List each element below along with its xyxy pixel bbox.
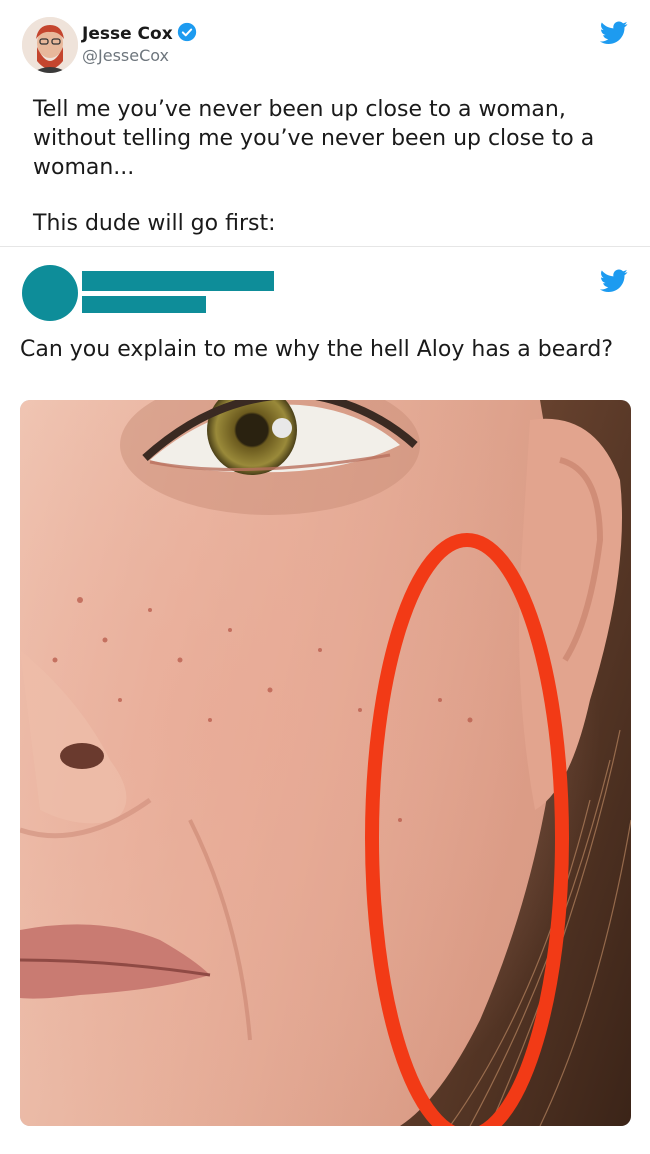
avatar-portrait-icon <box>22 17 78 73</box>
tweet-photo[interactable] <box>20 400 631 1126</box>
tweet-text: Tell me you’ve never been up close to a … <box>33 95 613 238</box>
tweet-text: Can you explain to me why the hell Aloy … <box>20 337 614 362</box>
twitter-bird-icon[interactable] <box>600 21 628 45</box>
face-closeup-image <box>20 400 631 1126</box>
author-name-text: Jesse Cox <box>82 24 173 44</box>
tweet-text-line: This dude will go first: <box>33 211 276 236</box>
tweet-jesse-cox: Jesse Cox @JesseCox Tell me you’ve never… <box>0 0 650 247</box>
author-avatar[interactable] <box>22 17 78 73</box>
redacted-avatar <box>22 265 78 321</box>
tweet-text-line: Tell me you’ve never been up close to a … <box>33 97 595 180</box>
author-name[interactable]: Jesse Cox <box>82 22 197 44</box>
verified-badge-icon <box>177 22 196 42</box>
redacted-handle-bar <box>82 296 206 313</box>
redacted-name-bar <box>82 271 274 291</box>
author-handle[interactable]: @JesseCox <box>82 46 169 65</box>
embedded-tweet-redacted: Can you explain to me why the hell Aloy … <box>0 248 650 1154</box>
twitter-bird-icon[interactable] <box>600 269 628 293</box>
